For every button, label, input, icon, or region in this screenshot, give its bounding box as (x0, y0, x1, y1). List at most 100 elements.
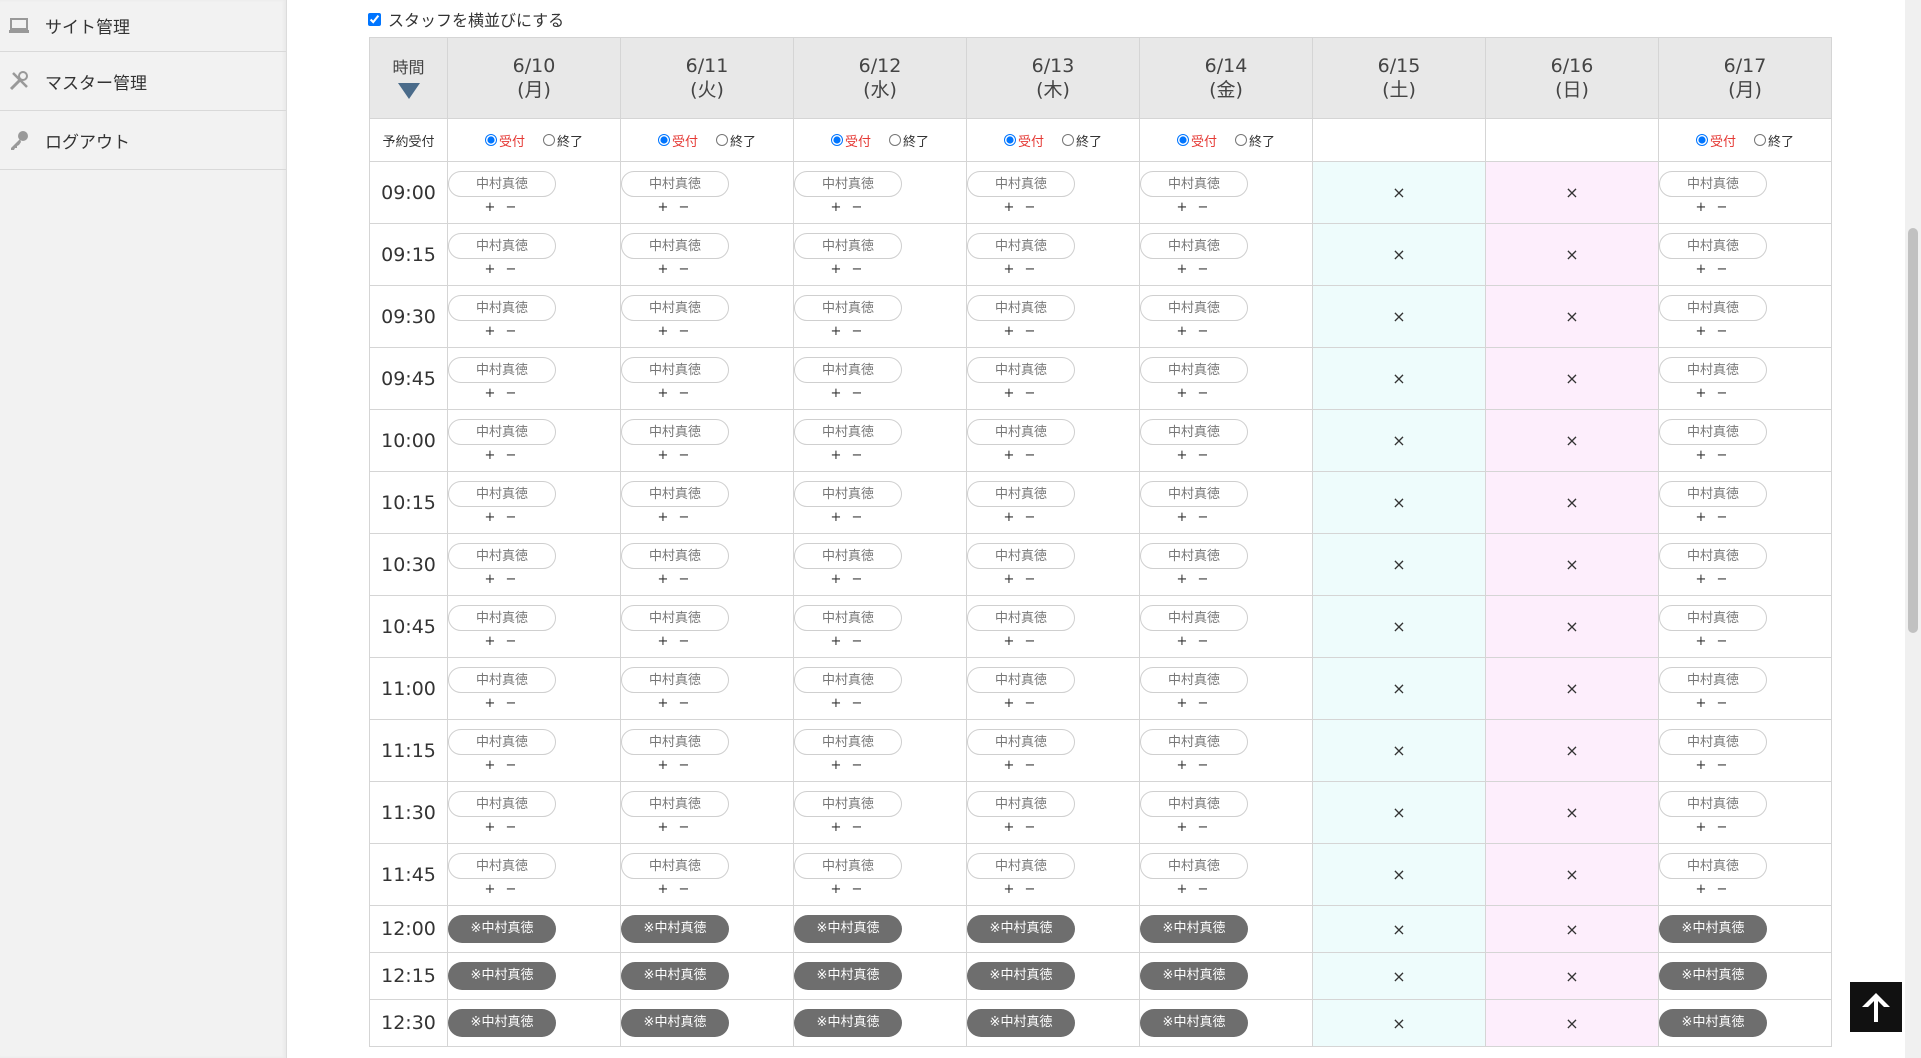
plus-minus-controls[interactable]: + − (967, 696, 1075, 711)
plus-minus-controls[interactable]: + − (621, 262, 729, 277)
staff-button[interactable]: 中村真徳 (1659, 418, 1767, 445)
staff-button[interactable]: 中村真徳 (1659, 480, 1767, 507)
booked-staff-button[interactable]: ※中村真徳 (794, 1009, 902, 1037)
staff-button[interactable]: 中村真徳 (621, 542, 729, 569)
accept-on-option[interactable]: 受付 (830, 131, 871, 150)
staff-button[interactable]: 中村真徳 (1140, 480, 1248, 507)
accept-off-option[interactable]: 終了 (1754, 131, 1794, 150)
booked-staff-button[interactable]: ※中村真徳 (794, 915, 902, 943)
plus-minus-controls[interactable]: + − (967, 448, 1075, 463)
staff-button[interactable]: 中村真徳 (621, 790, 729, 817)
staff-button[interactable]: 中村真徳 (794, 666, 902, 693)
plus-minus-controls[interactable]: + − (1140, 634, 1248, 649)
staff-button[interactable]: 中村真徳 (448, 480, 556, 507)
booked-staff-button[interactable]: ※中村真徳 (621, 1009, 729, 1037)
staff-button[interactable]: 中村真徳 (1659, 852, 1767, 879)
plus-minus-controls[interactable]: + − (448, 262, 556, 277)
staff-button[interactable]: 中村真徳 (1140, 728, 1248, 755)
sidebar-item-logout[interactable]: ログアウト (0, 111, 286, 170)
plus-minus-controls[interactable]: + − (1140, 386, 1248, 401)
accept-off-option[interactable]: 終了 (889, 131, 929, 150)
staff-button[interactable]: 中村真徳 (794, 170, 902, 197)
staff-button[interactable]: 中村真徳 (1659, 542, 1767, 569)
staff-button[interactable]: 中村真徳 (621, 356, 729, 383)
plus-minus-controls[interactable]: + − (794, 448, 902, 463)
staff-button[interactable]: 中村真徳 (1140, 356, 1248, 383)
staff-button[interactable]: 中村真徳 (967, 604, 1075, 631)
accept-on-radio[interactable] (1695, 134, 1708, 146)
staff-button[interactable]: 中村真徳 (1140, 232, 1248, 259)
plus-minus-controls[interactable]: + − (794, 262, 902, 277)
accept-on-option[interactable]: 受付 (484, 131, 525, 150)
plus-minus-controls[interactable]: + − (621, 882, 729, 897)
accept-on-option[interactable]: 受付 (1695, 131, 1736, 150)
staff-button[interactable]: 中村真徳 (448, 356, 556, 383)
accept-off-radio[interactable] (889, 134, 901, 146)
booked-staff-button[interactable]: ※中村真徳 (448, 915, 556, 943)
staff-button[interactable]: 中村真徳 (1659, 232, 1767, 259)
plus-minus-controls[interactable]: + − (621, 448, 729, 463)
staff-button[interactable]: 中村真徳 (1659, 790, 1767, 817)
plus-minus-controls[interactable]: + − (1140, 324, 1248, 339)
plus-minus-controls[interactable]: + − (1140, 882, 1248, 897)
plus-minus-controls[interactable]: + − (794, 696, 902, 711)
staff-button[interactable]: 中村真徳 (448, 418, 556, 445)
plus-minus-controls[interactable]: + − (621, 324, 729, 339)
accept-on-option[interactable]: 受付 (1003, 131, 1044, 150)
plus-minus-controls[interactable]: + − (1659, 324, 1767, 339)
booked-staff-button[interactable]: ※中村真徳 (967, 915, 1075, 943)
staff-button[interactable]: 中村真徳 (1659, 170, 1767, 197)
staff-button[interactable]: 中村真徳 (967, 170, 1075, 197)
plus-minus-controls[interactable]: + − (448, 200, 556, 215)
staff-button[interactable]: 中村真徳 (621, 294, 729, 321)
accept-off-option[interactable]: 終了 (1235, 131, 1275, 150)
staff-button[interactable]: 中村真徳 (448, 294, 556, 321)
staff-button[interactable]: 中村真徳 (967, 790, 1075, 817)
staff-button[interactable]: 中村真徳 (967, 852, 1075, 879)
plus-minus-controls[interactable]: + − (621, 634, 729, 649)
staff-button[interactable]: 中村真徳 (621, 480, 729, 507)
plus-minus-controls[interactable]: + − (448, 696, 556, 711)
plus-minus-controls[interactable]: + − (621, 386, 729, 401)
accept-on-radio[interactable] (484, 134, 497, 146)
plus-minus-controls[interactable]: + − (1140, 572, 1248, 587)
staff-button[interactable]: 中村真徳 (621, 232, 729, 259)
plus-minus-controls[interactable]: + − (1140, 820, 1248, 835)
plus-minus-controls[interactable]: + − (621, 820, 729, 835)
plus-minus-controls[interactable]: + − (1140, 262, 1248, 277)
booked-staff-button[interactable]: ※中村真徳 (1140, 962, 1248, 990)
plus-minus-controls[interactable]: + − (1140, 696, 1248, 711)
scroll-to-top-button[interactable] (1850, 982, 1902, 1032)
plus-minus-controls[interactable]: + − (448, 758, 556, 773)
plus-minus-controls[interactable]: + − (621, 200, 729, 215)
staff-button[interactable]: 中村真徳 (967, 728, 1075, 755)
plus-minus-controls[interactable]: + − (967, 634, 1075, 649)
plus-minus-controls[interactable]: + − (621, 758, 729, 773)
plus-minus-controls[interactable]: + − (1659, 262, 1767, 277)
plus-minus-controls[interactable]: + − (448, 324, 556, 339)
staff-button[interactable]: 中村真徳 (1140, 418, 1248, 445)
staff-button[interactable]: 中村真徳 (1140, 542, 1248, 569)
plus-minus-controls[interactable]: + − (794, 510, 902, 525)
staff-button[interactable]: 中村真徳 (794, 356, 902, 383)
plus-minus-controls[interactable]: + − (621, 696, 729, 711)
sidebar-item-master-admin[interactable]: マスター管理 (0, 52, 286, 111)
plus-minus-controls[interactable]: + − (1140, 758, 1248, 773)
staff-button[interactable]: 中村真徳 (1659, 356, 1767, 383)
staff-button[interactable]: 中村真徳 (448, 666, 556, 693)
staff-button[interactable]: 中村真徳 (967, 480, 1075, 507)
plus-minus-controls[interactable]: + − (1659, 758, 1767, 773)
sort-down-icon[interactable] (397, 82, 420, 99)
plus-minus-controls[interactable]: + − (1659, 696, 1767, 711)
staff-button[interactable]: 中村真徳 (1140, 604, 1248, 631)
staff-button[interactable]: 中村真徳 (1140, 294, 1248, 321)
booked-staff-button[interactable]: ※中村真徳 (1659, 1009, 1767, 1037)
plus-minus-controls[interactable]: + − (794, 572, 902, 587)
sidebar-item-site-admin[interactable]: サイト管理 (0, 0, 286, 52)
staff-button[interactable]: 中村真徳 (967, 542, 1075, 569)
staff-button[interactable]: 中村真徳 (1659, 728, 1767, 755)
accept-off-option[interactable]: 終了 (716, 131, 756, 150)
staff-button[interactable]: 中村真徳 (1140, 666, 1248, 693)
staff-button[interactable]: 中村真徳 (967, 232, 1075, 259)
plus-minus-controls[interactable]: + − (448, 572, 556, 587)
